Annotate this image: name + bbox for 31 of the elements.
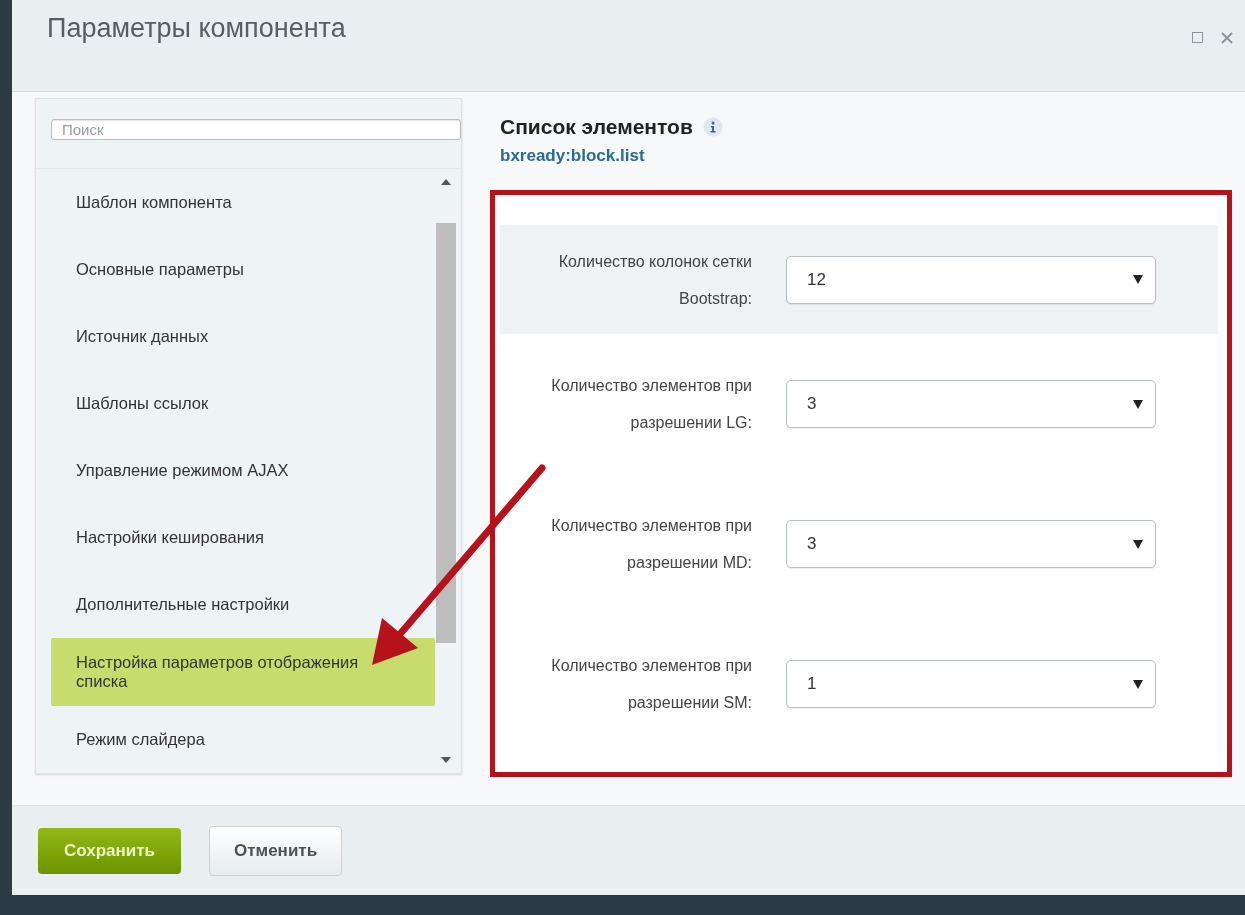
- field-label: Количество элементов при разрешении MD:: [550, 516, 752, 573]
- sidebar-item[interactable]: Режим слайдера: [51, 706, 435, 773]
- caret-icon: [1133, 679, 1143, 689]
- sidebar-item[interactable]: Дополнительные настройки: [51, 571, 435, 638]
- sidebar-item[interactable]: Настройка параметров отображения списка: [51, 638, 435, 706]
- caret-icon: [1133, 539, 1143, 549]
- select-field[interactable]: 12: [786, 255, 1156, 304]
- scroll-up-icon[interactable]: [441, 179, 451, 185]
- field-label: Количество колонок сетки Bootstrap:: [557, 251, 752, 309]
- maximize-icon[interactable]: [1192, 32, 1203, 43]
- select-field[interactable]: 3: [786, 520, 1156, 568]
- component-title: Список элементов: [500, 114, 693, 140]
- close-icon[interactable]: [1221, 32, 1233, 44]
- sidebar-item[interactable]: Источник данных: [51, 303, 435, 370]
- dialog-title: Параметры компонента: [47, 12, 346, 45]
- sidebar-item[interactable]: Управление режимом AJAX: [51, 437, 435, 504]
- sidebar-item[interactable]: Шаблон компонента: [51, 169, 435, 236]
- scroll-down-icon[interactable]: [441, 757, 451, 763]
- search-field[interactable]: Поиск: [51, 119, 461, 140]
- caret-icon: [1133, 275, 1143, 284]
- select-field[interactable]: 3: [786, 380, 1156, 428]
- info-icon[interactable]: [702, 116, 723, 137]
- field-label: Количество элементов при разрешении SM:: [550, 656, 752, 713]
- cancel-button[interactable]: Отменить: [209, 825, 343, 876]
- component-code-link[interactable]: bxready:block.list: [500, 142, 1232, 168]
- sidebar-item[interactable]: Настройки кеширования: [51, 504, 435, 571]
- sidebar-item[interactable]: Шаблоны ссылок: [51, 370, 435, 437]
- caret-icon: [1133, 399, 1143, 409]
- field-label: Количество элементов при разрешении LG:: [550, 376, 752, 433]
- sidebar-item[interactable]: Основные параметры: [51, 236, 435, 303]
- select-field[interactable]: 1: [786, 660, 1156, 708]
